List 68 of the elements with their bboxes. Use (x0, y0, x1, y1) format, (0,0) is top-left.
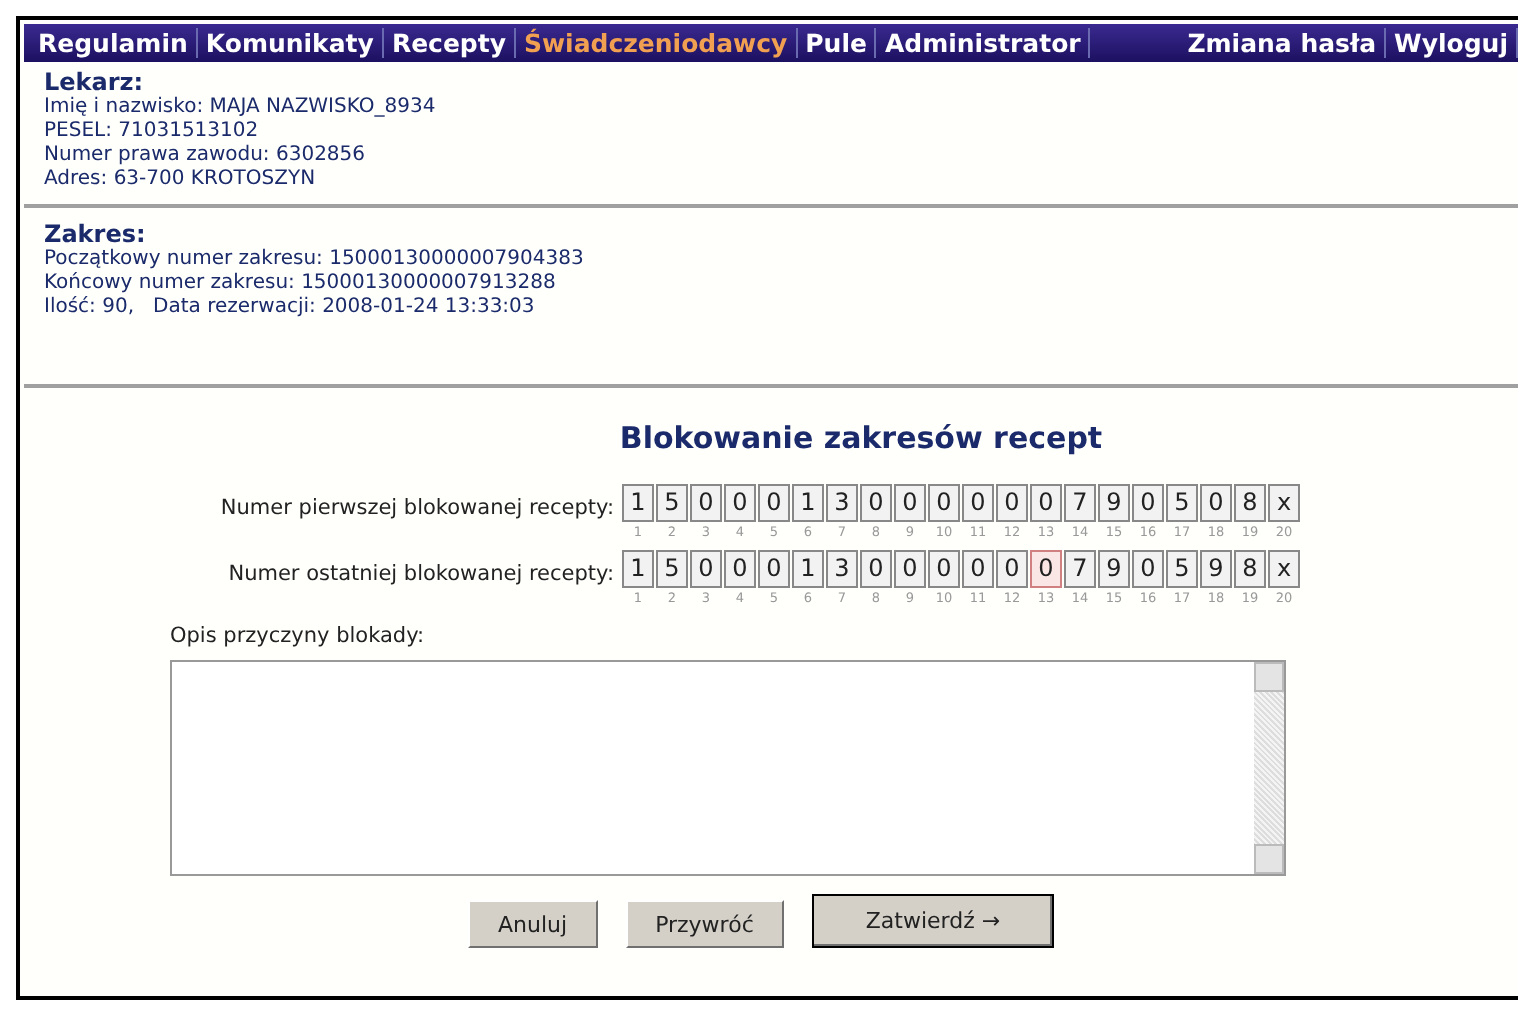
digit-field[interactable]: 3 (826, 484, 858, 522)
menu-link[interactable]: Zmiana hasła (1179, 28, 1387, 58)
digit-field[interactable]: 0 (724, 550, 756, 588)
menu-link[interactable]: Regulamin (30, 28, 198, 58)
digit-field[interactable]: 8 (1234, 550, 1266, 588)
digit-field[interactable]: 1 (622, 484, 654, 522)
digit-field[interactable]: 8 (1234, 484, 1266, 522)
form-button[interactable]: Zatwierdź → (811, 894, 1055, 948)
info-text: Adres: 63-700 KROTOSZYN (44, 168, 318, 192)
digit-field[interactable]: 0 (1030, 484, 1062, 522)
digit-field[interactable]: 1 (792, 550, 824, 588)
digit-field[interactable]: 0 (928, 484, 960, 522)
digit-field[interactable]: 5 (1166, 550, 1198, 588)
digit-field[interactable]: 9 (1200, 550, 1232, 588)
digit-field[interactable]: 1 (792, 484, 824, 522)
digit-field[interactable]: 5 (1166, 484, 1198, 522)
form-button[interactable]: Anuluj (468, 900, 598, 948)
field-label: Numer pierwszej blokowanej recepty: (218, 494, 616, 520)
digit-field[interactable]: 0 (928, 550, 960, 588)
info-text: Końcowy numer zakresu: 15000130000007913288 (44, 272, 558, 296)
section-heading: Lekarz: (44, 68, 146, 96)
digit-field[interactable]: 0 (690, 550, 722, 588)
info-text: Początkowy numer zakresu: 15000130000007904383 (44, 248, 586, 272)
digit-field[interactable]: 9 (1098, 550, 1130, 588)
digit-field[interactable]: 0 (860, 550, 892, 588)
info-text: Numer prawa zawodu: 6302856 (44, 144, 368, 168)
scroll-down-button[interactable] (1254, 844, 1284, 874)
menu-link[interactable]: Administrator (876, 28, 1091, 58)
menu-link[interactable]: Komunikaty (197, 28, 384, 58)
form-title: Blokowanie zakresów recept (619, 420, 1103, 456)
digit-field[interactable]: 0 (758, 484, 790, 522)
digit-field[interactable]: 1 (622, 550, 654, 588)
reason-field[interactable] (170, 660, 1286, 876)
field-label: Opis przyczyny blokady: (170, 624, 427, 648)
digit-field[interactable]: 0 (758, 550, 790, 588)
scroll-up-button[interactable] (1254, 662, 1284, 692)
menu-link[interactable]: Świadczeniodawcy (516, 28, 798, 58)
menu-link[interactable]: Wyloguj (1386, 28, 1518, 58)
digit-field[interactable]: x (1268, 550, 1300, 588)
digit-field[interactable]: 0 (860, 484, 892, 522)
digit-field[interactable]: 9 (1098, 484, 1130, 522)
digit-field[interactable]: 0 (1200, 484, 1232, 522)
digit-field[interactable]: 0 (1132, 484, 1164, 522)
section-heading: Zakres: (44, 220, 148, 248)
menu-link[interactable]: Pule (797, 28, 877, 58)
digit-field[interactable]: 0 (894, 484, 926, 522)
info-text: Imię i nazwisko: MAJA NAZWISKO_8934 (44, 96, 438, 120)
field-label: Numer ostatniej blokowanej recepty: (226, 560, 616, 586)
digit-field[interactable]: 0 (996, 484, 1028, 522)
digit-field[interactable]: 0 (962, 484, 994, 522)
digit-field[interactable]: 5 (656, 484, 688, 522)
scrollbar[interactable] (1254, 662, 1284, 874)
form-button[interactable]: Przywróć (625, 900, 784, 948)
menu-link[interactable]: Recepty (383, 28, 516, 58)
digit-field[interactable]: 5 (656, 550, 688, 588)
digit-field[interactable]: 3 (826, 550, 858, 588)
digit-field[interactable]: 0 (690, 484, 722, 522)
digit-field[interactable]: 0 (996, 550, 1028, 588)
info-text: PESEL: 71031513102 (44, 120, 261, 144)
digit-field[interactable]: 7 (1064, 484, 1096, 522)
digit-field[interactable]: x (1268, 484, 1300, 522)
info-text: Ilość: 90, Data rezerwacji: 2008-01-24 13:33:03 (44, 296, 537, 320)
digit-field[interactable]: 0 (1132, 550, 1164, 588)
digit-field[interactable]: 0 (894, 550, 926, 588)
digit-field[interactable]: 7 (1064, 550, 1096, 588)
digit-field[interactable]: 0 (1030, 550, 1062, 588)
digit-field[interactable]: 0 (724, 484, 756, 522)
digit-field[interactable]: 0 (962, 550, 994, 588)
